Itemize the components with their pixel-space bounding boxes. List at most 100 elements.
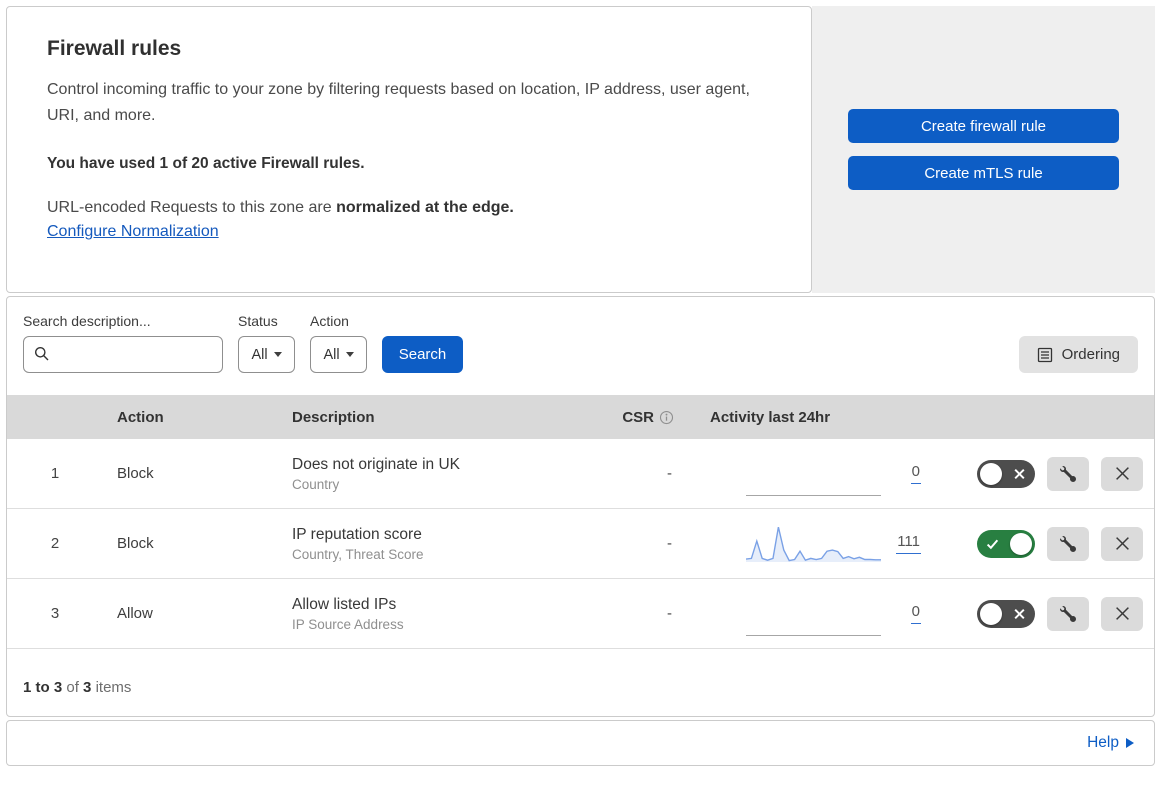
- activity-sparkline-flat: [746, 592, 881, 636]
- pagination-summary: 1 to 3 of 3 items: [7, 649, 1154, 716]
- header-section: Firewall rules Control incoming traffic …: [6, 6, 1155, 293]
- action-dropdown[interactable]: All: [310, 336, 367, 373]
- info-icon[interactable]: [659, 410, 674, 425]
- status-label: Status: [238, 313, 278, 329]
- page-description: Control incoming traffic to your zone by…: [47, 81, 750, 124]
- rule-number: 2: [50, 535, 60, 552]
- search-group: Search description...: [23, 313, 223, 373]
- rule-csr: -: [667, 535, 672, 552]
- help-link-label: Help: [1087, 734, 1119, 751]
- search-input[interactable]: [23, 336, 223, 373]
- toggle-knob: [1010, 532, 1032, 555]
- rule-description-title: Allow listed IPs: [292, 595, 397, 613]
- ordering-button[interactable]: Ordering: [1018, 336, 1138, 373]
- rule-description: Allow listed IPs IP Source Address: [278, 596, 578, 632]
- rule-controls: [937, 596, 1154, 631]
- wrench-icon: [1060, 605, 1076, 622]
- activity-count-link[interactable]: 0: [910, 603, 921, 624]
- arrow-right-icon: [1126, 738, 1134, 748]
- column-header-action: Action: [117, 408, 164, 426]
- rule-description-fields: Country: [292, 476, 340, 492]
- list-ordering-icon: [1037, 347, 1052, 362]
- toggle-x-icon: [1014, 608, 1025, 619]
- rule-controls: [937, 526, 1154, 561]
- rule-number: 3: [50, 605, 60, 622]
- table-row: 3 Allow Allow listed IPs IP Source Addre…: [7, 579, 1154, 649]
- normalization-note-bold: normalized at the edge.: [336, 198, 514, 216]
- rules-list-card: Search description... Status All Action …: [6, 296, 1155, 717]
- action-label: Action: [310, 313, 349, 329]
- rule-description-fields: Country, Threat Score: [292, 546, 424, 562]
- rule-activity: 0: [678, 592, 937, 636]
- delete-rule-button[interactable]: [1101, 456, 1143, 491]
- configure-normalization-link[interactable]: Configure Normalization: [47, 223, 219, 241]
- rule-description: Does not originate in UK Country: [278, 456, 578, 492]
- close-icon: [1115, 467, 1129, 480]
- search-icon: [35, 347, 49, 361]
- rule-activity: 0: [678, 452, 937, 496]
- delete-rule-button[interactable]: [1101, 596, 1143, 631]
- rule-controls: [937, 456, 1154, 491]
- status-dropdown[interactable]: All: [238, 336, 295, 373]
- status-filter-group: Status All: [238, 313, 295, 373]
- edit-rule-button[interactable]: [1047, 456, 1089, 491]
- table-row: 2 Block IP reputation score Country, Thr…: [7, 509, 1154, 579]
- pagination-of: of: [66, 679, 79, 696]
- normalization-note: URL-encoded Requests to this zone are no…: [47, 199, 771, 217]
- table-header: Action Description CSR Activity last 24h…: [7, 395, 1154, 439]
- activity-sparkline: [746, 522, 881, 566]
- ordering-button-label: Ordering: [1061, 346, 1120, 363]
- close-icon: [1115, 537, 1129, 550]
- create-firewall-rule-button[interactable]: Create firewall rule: [848, 109, 1119, 143]
- table-row: 1 Block Does not originate in UK Country…: [7, 439, 1154, 509]
- help-link[interactable]: Help: [1087, 734, 1134, 752]
- column-header-csr: CSR: [578, 409, 678, 426]
- rule-csr: -: [667, 605, 672, 622]
- normalization-note-text: URL-encoded Requests to this zone are: [47, 198, 337, 216]
- pagination-total: 3: [83, 679, 92, 696]
- rule-description: IP reputation score Country, Threat Scor…: [278, 526, 578, 562]
- rule-activity: 111: [678, 522, 937, 566]
- enable-toggle[interactable]: [977, 599, 1035, 628]
- filter-bar: Search description... Status All Action …: [7, 297, 1154, 395]
- rule-action: Block: [117, 465, 154, 482]
- edit-rule-button[interactable]: [1047, 526, 1089, 561]
- search-label: Search description...: [23, 313, 151, 329]
- rule-description-fields: IP Source Address: [292, 616, 404, 632]
- column-header-activity: Activity last 24hr: [710, 408, 831, 426]
- rule-csr: -: [667, 465, 672, 482]
- pagination-items: items: [95, 679, 132, 696]
- intro-card: Firewall rules Control incoming traffic …: [6, 6, 812, 293]
- enable-toggle[interactable]: [977, 529, 1035, 558]
- usage-summary: You have used 1 of 20 active Firewall ru…: [47, 154, 365, 172]
- toggle-knob: [980, 602, 1002, 625]
- action-filter-group: Action All: [310, 313, 367, 373]
- activity-sparkline-flat: [746, 452, 881, 496]
- action-dropdown-value: All: [323, 346, 340, 363]
- pagination-range: 1 to 3: [23, 679, 63, 696]
- help-bar: Help: [6, 720, 1155, 766]
- enable-toggle[interactable]: [977, 459, 1035, 488]
- close-icon: [1115, 607, 1129, 620]
- chevron-down-icon: [345, 352, 354, 357]
- column-header-description: Description: [292, 408, 375, 426]
- cta-panel: Create firewall rule Create mTLS rule: [812, 6, 1155, 293]
- delete-rule-button[interactable]: [1101, 526, 1143, 561]
- edit-rule-button[interactable]: [1047, 596, 1089, 631]
- activity-count-link[interactable]: 111: [896, 533, 921, 554]
- csr-header-label: CSR: [622, 408, 654, 426]
- rule-action: Block: [117, 535, 154, 552]
- rule-number: 1: [50, 465, 60, 482]
- page-title: Firewall rules: [47, 37, 182, 60]
- create-mtls-rule-button[interactable]: Create mTLS rule: [848, 156, 1119, 190]
- search-button[interactable]: Search: [382, 336, 463, 373]
- rule-description-title: Does not originate in UK: [292, 455, 461, 473]
- wrench-icon: [1060, 465, 1076, 482]
- toggle-x-icon: [1014, 468, 1025, 479]
- rule-action: Allow: [117, 605, 153, 622]
- activity-count-link[interactable]: 0: [910, 463, 921, 484]
- wrench-icon: [1060, 535, 1076, 552]
- toggle-knob: [980, 462, 1002, 485]
- status-dropdown-value: All: [251, 346, 268, 363]
- toggle-check-icon: [986, 539, 999, 549]
